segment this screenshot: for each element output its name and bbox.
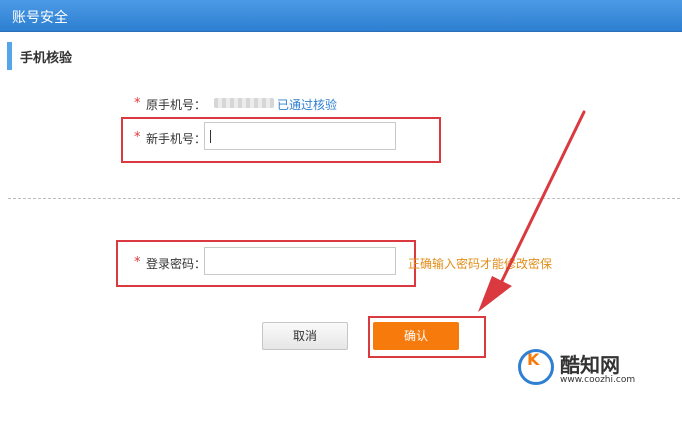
watermark-brand: 酷知网 [560, 353, 620, 377]
watermark-logo: K 酷知网 www.coozhi.com [518, 345, 668, 395]
watermark-letter: K [527, 350, 540, 369]
watermark-url: www.coozhi.com [560, 375, 636, 385]
